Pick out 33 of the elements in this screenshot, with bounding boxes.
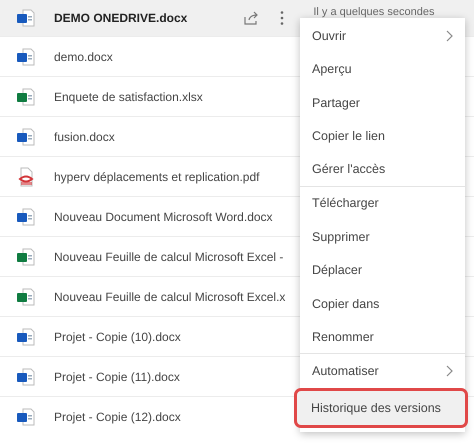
file-name[interactable]: Nouveau Document Microsoft Word.docx <box>54 210 273 224</box>
file-name[interactable]: Nouveau Feuille de calcul Microsoft Excel - <box>54 250 284 264</box>
file-name[interactable]: Projet - Copie (10).docx <box>54 330 181 344</box>
word-document-icon <box>16 206 36 226</box>
word-document-icon <box>16 8 36 28</box>
word-document-icon <box>16 406 36 426</box>
file-name[interactable]: hyperv déplacements et replication.pdf <box>54 170 260 184</box>
file-name[interactable]: DEMO ONEDRIVE.docx <box>54 11 188 25</box>
menu-item[interactable]: Gérer l'accès <box>300 153 465 186</box>
file-name[interactable]: Enquete de satisfaction.xlsx <box>54 90 203 104</box>
menu-item[interactable]: Partager <box>300 86 465 120</box>
word-document-icon <box>16 126 36 146</box>
menu-item[interactable]: Renommer <box>300 320 465 354</box>
more-options-icon[interactable] <box>279 10 286 26</box>
word-document-icon <box>16 366 36 386</box>
chevron-icon <box>445 364 453 377</box>
word-document-icon <box>16 326 36 346</box>
share-icon[interactable] <box>243 10 260 26</box>
chevron-icon <box>445 30 453 42</box>
file-name[interactable]: Nouveau Feuille de calcul Microsoft Excel.x <box>54 290 286 304</box>
excel-spreadsheet-icon <box>16 286 36 306</box>
menu-item[interactable]: Historique des versions <box>296 390 466 426</box>
file-name[interactable]: fusion.docx <box>54 130 115 144</box>
word-document-icon <box>16 46 36 66</box>
excel-spreadsheet-icon <box>16 246 36 266</box>
menu-item[interactable]: Copier le lien <box>300 120 465 153</box>
excel-spreadsheet-icon <box>16 86 36 106</box>
pdf-document-icon <box>16 166 36 186</box>
file-name[interactable]: demo.docx <box>54 50 113 64</box>
file-name[interactable]: Projet - Copie (12).docx <box>54 410 181 424</box>
file-name[interactable]: Projet - Copie (11).docx <box>54 370 180 384</box>
modified-date: Il y a quelques secondes <box>313 6 434 18</box>
menu-item[interactable]: Automatiser <box>300 354 465 388</box>
